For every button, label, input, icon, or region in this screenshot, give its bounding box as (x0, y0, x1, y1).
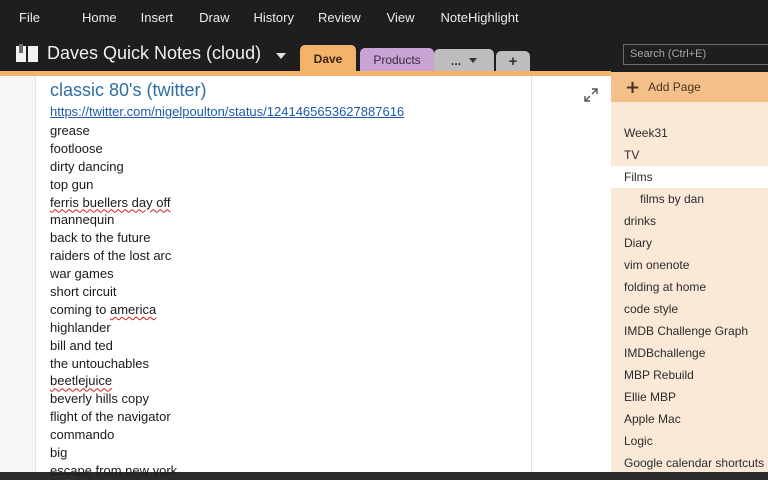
page-item[interactable]: code style (611, 298, 768, 320)
list-item[interactable]: beetlejuice (50, 372, 177, 390)
list-item[interactable]: bill and ted (50, 337, 177, 355)
list-item[interactable]: dirty dancing (50, 158, 177, 176)
page-item[interactable]: TV (611, 144, 768, 166)
list-item[interactable]: raiders of the lost arc (50, 247, 177, 265)
list-item[interactable]: beverly hills copy (50, 390, 177, 408)
page-item[interactable]: Google calendar shortcuts (611, 452, 768, 474)
section-tab-products[interactable]: Products (360, 48, 434, 72)
list-item[interactable]: big (50, 444, 177, 462)
list-item[interactable]: coming to america (50, 301, 177, 319)
page-item[interactable]: drinks (611, 210, 768, 232)
list-item[interactable]: footloose (50, 140, 177, 158)
list-item[interactable]: commando (50, 426, 177, 444)
menu-insert[interactable]: Insert (141, 10, 184, 25)
notebook-title[interactable]: Daves Quick Notes (cloud) (47, 43, 261, 64)
more-icon: ... (450, 53, 461, 68)
page-item[interactable]: IMDBchallenge (611, 342, 768, 364)
menu-file[interactable]: File (19, 10, 50, 25)
menu-home[interactable]: Home (82, 10, 127, 25)
page-item[interactable]: IMDB Challenge Graph (611, 320, 768, 342)
page-title[interactable]: classic 80's (twitter) (50, 80, 206, 101)
section-tab-dave[interactable]: Dave (300, 45, 356, 72)
list-item[interactable]: grease (50, 122, 177, 140)
list-item-text: coming to america (50, 301, 157, 317)
list-item[interactable]: back to the future (50, 229, 177, 247)
page-item[interactable]: Logic (611, 430, 768, 452)
page-canvas[interactable]: classic 80's (twitter) https://twitter.c… (0, 76, 611, 478)
page-item[interactable]: Ellie MBP (611, 386, 768, 408)
page-item[interactable]: vim onenote (611, 254, 768, 276)
list-item[interactable]: mannequin (50, 211, 177, 229)
page-item[interactable]: folding at home (611, 276, 768, 298)
list-item[interactable]: short circuit (50, 283, 177, 301)
page-list: Week31 TV Films films by dan drinks Diary vim … (611, 122, 768, 474)
page-right-area (531, 76, 611, 472)
page-item[interactable]: Films (611, 166, 768, 188)
chevron-down-icon[interactable] (276, 53, 286, 59)
page-item[interactable]: MBP Rebuild (611, 364, 768, 386)
page-item[interactable]: Apple Mac (611, 408, 768, 430)
menu-history[interactable]: History (254, 10, 304, 25)
add-section-button[interactable]: + (496, 51, 530, 72)
list-item[interactable]: top gun (50, 176, 177, 194)
list-item-text: beetlejuice (50, 373, 113, 389)
expand-icon[interactable] (584, 88, 598, 102)
menu-draw[interactable]: Draw (199, 10, 239, 25)
list-item[interactable]: the untouchables (50, 355, 177, 373)
menu-review[interactable]: Review (318, 10, 371, 25)
notebook-icon (16, 44, 38, 62)
subpage-item[interactable]: films by dan (611, 188, 768, 210)
page-item[interactable]: Diary (611, 232, 768, 254)
plus-icon: + (625, 76, 641, 98)
page-list-pane: + Add Page Week31 TV Films films by dan drin… (611, 72, 768, 472)
list-item[interactable]: ferris buellers day off (50, 194, 177, 212)
chevron-down-icon (469, 58, 477, 63)
add-page-label: Add Page (648, 80, 701, 94)
ribbon-menu-bar: File Home Insert Draw History Review Vie… (0, 0, 768, 34)
add-page-button[interactable]: + Add Page (611, 72, 768, 102)
film-list: grease footloose dirty dancing top gun f… (50, 122, 177, 480)
section-more-button[interactable]: ... (434, 49, 494, 72)
list-item-text: ferris buellers day off (50, 194, 171, 210)
page-margin (0, 76, 36, 472)
menu-view[interactable]: View (387, 10, 425, 25)
list-item[interactable]: war games (50, 265, 177, 283)
plus-icon: + (508, 53, 518, 70)
list-item[interactable]: flight of the navigator (50, 408, 177, 426)
spellcheck-word: america (109, 301, 157, 317)
page-item[interactable]: Week31 (611, 122, 768, 144)
page-link[interactable]: https://twitter.com/nigelpoulton/status/… (50, 104, 404, 119)
list-item[interactable]: escape from new york (50, 462, 177, 480)
menu-notehighlight[interactable]: NoteHighlight (441, 10, 529, 25)
list-item[interactable]: highlander (50, 319, 177, 337)
search-input[interactable]: Search (Ctrl+E) (623, 44, 768, 65)
